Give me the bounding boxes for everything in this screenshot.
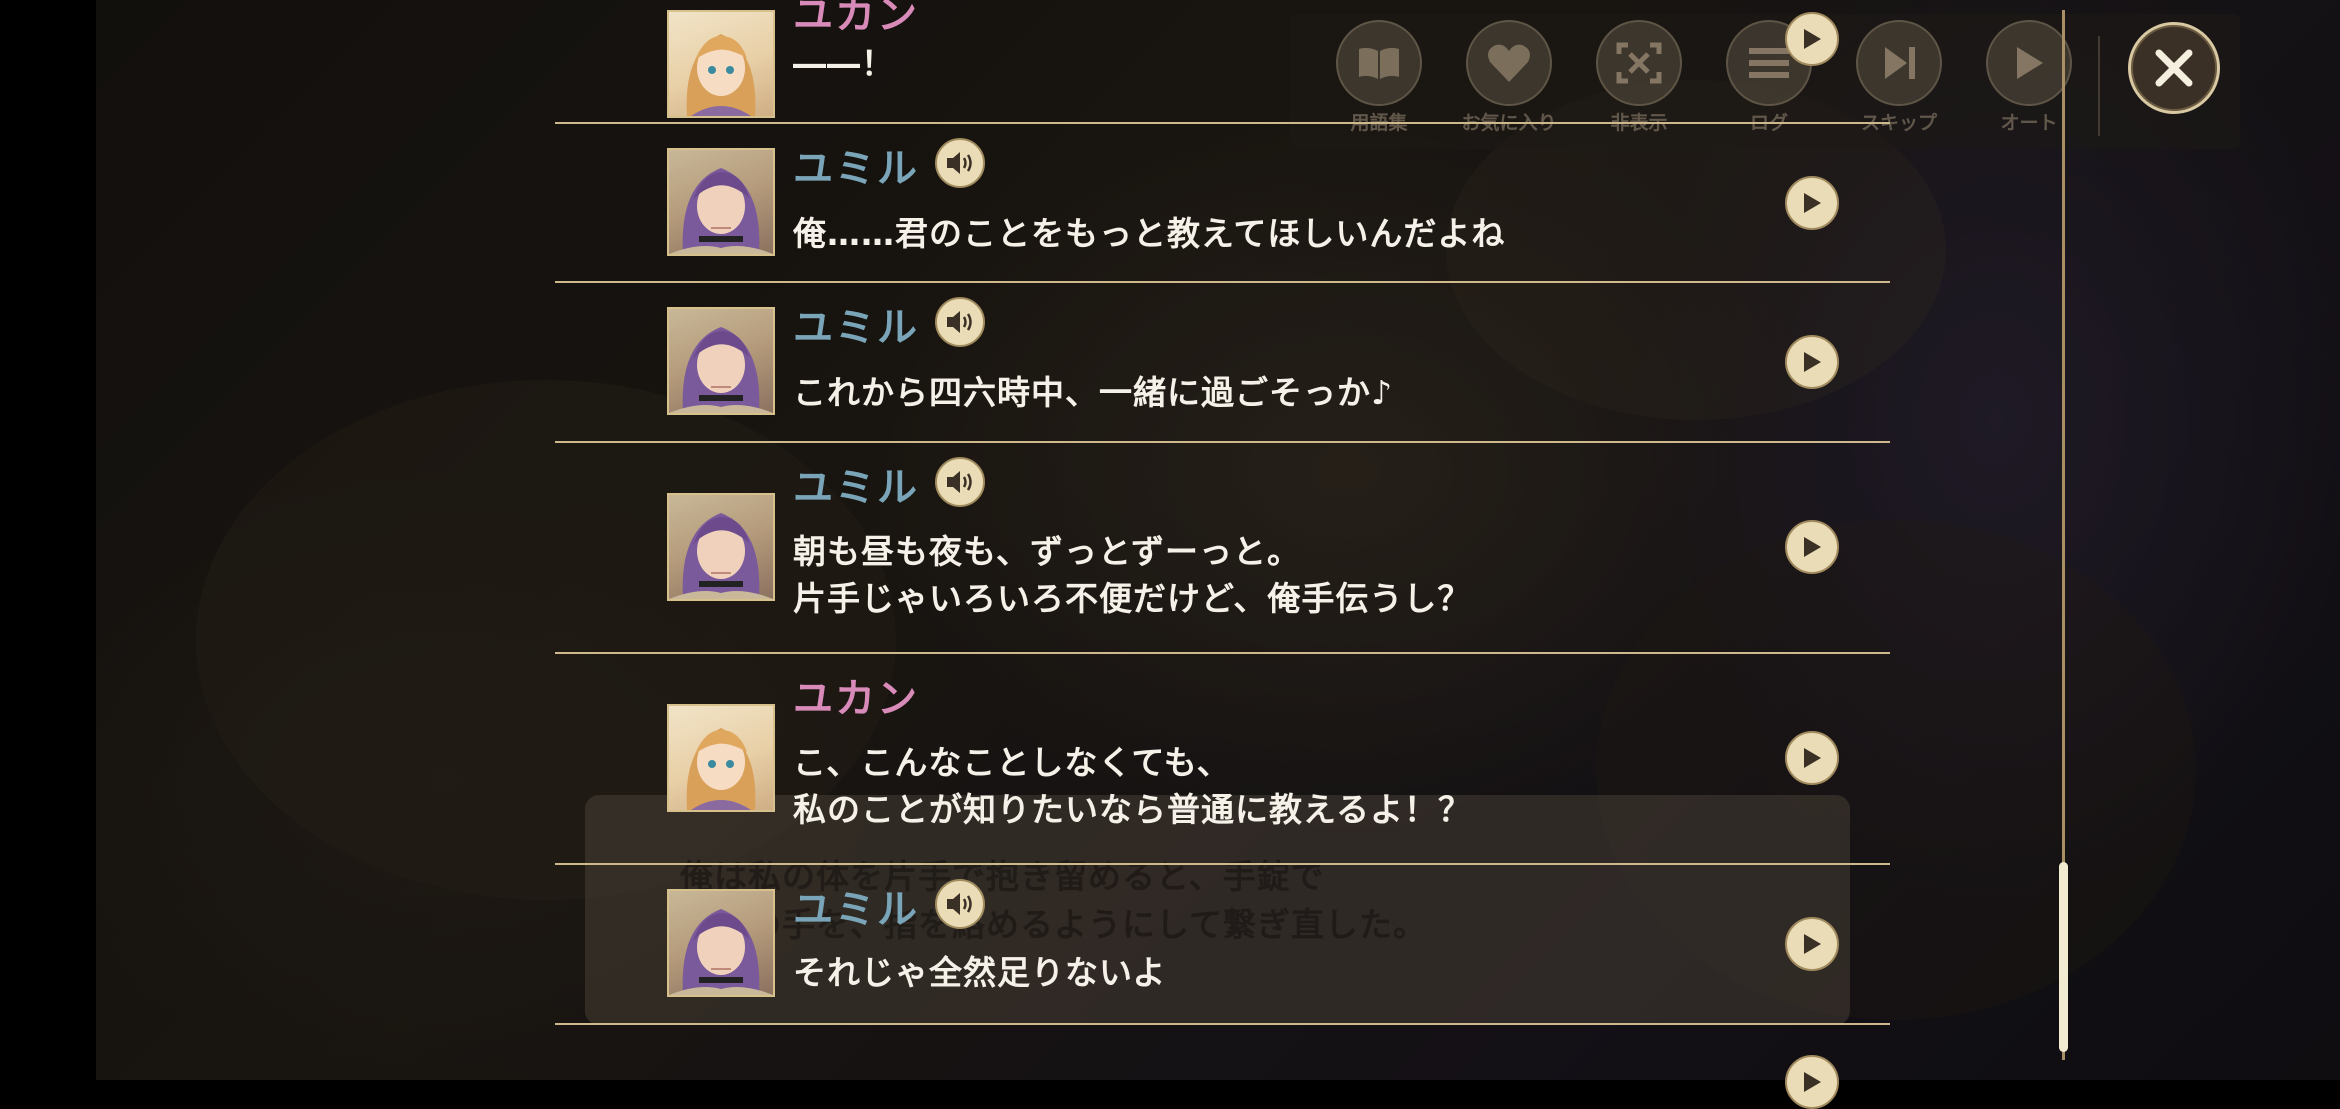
log-entry: ユミル 朝も昼も夜も、ずっとずーっと。 片手じゃいろいろ不便だけど、俺手伝うし？ — [555, 443, 1890, 652]
dialogue-text: これから四六時中、一緒に過ごそっか♪ — [793, 373, 1394, 412]
speaker-icon — [947, 152, 972, 174]
dialogue-text: こ、こんなことしなくても、 私のことが知りたいなら普通に教えるよ！？ — [793, 743, 1473, 829]
replay-button[interactable] — [1785, 917, 1839, 971]
speaker-icon — [947, 471, 972, 493]
speaker-name: ユカン — [793, 0, 919, 38]
avatar-yumil — [667, 148, 775, 256]
voice-button[interactable] — [935, 297, 985, 347]
auto-label: オート — [2000, 112, 2058, 134]
speaker-name: ユミル — [793, 305, 919, 351]
log-entry: ユカン ――！ — [555, 0, 1890, 122]
avatar-yukan — [667, 10, 775, 118]
dialogue-text: 俺……君のことをもっと教えてほしいんだよね — [793, 214, 1506, 253]
avatar-yumil — [667, 889, 775, 997]
log-entry: ユミル それじゃ全然足りないよ — [555, 865, 1890, 1023]
speaker-name: ユミル — [793, 465, 919, 511]
avatar-yumil — [667, 307, 775, 415]
voice-button[interactable] — [935, 457, 985, 507]
speaker-name: ユミル — [793, 146, 919, 192]
speaker-icon — [947, 311, 972, 333]
avatar-yukan — [667, 704, 775, 812]
play-icon — [1804, 748, 1821, 768]
close-log-button[interactable] — [2128, 22, 2220, 114]
replay-button[interactable] — [1785, 12, 1839, 66]
dialogue-text: ――！ — [793, 44, 895, 83]
dialogue-text: それじゃ全然足りないよ — [793, 953, 1167, 992]
separator — [555, 1023, 1890, 1025]
speaker-name: ユカン — [793, 676, 919, 722]
log-entry: ユミル 俺……君のことをもっと教えてほしいんだよね — [555, 124, 1890, 282]
replay-button[interactable] — [1785, 335, 1839, 389]
replay-button[interactable] — [1785, 176, 1839, 230]
auto-button[interactable]: オート — [1974, 20, 2084, 135]
dialogue-text: 朝も昼も夜も、ずっとずーっと。 片手じゃいろいろ不便だけど、俺手伝うし？ — [793, 532, 1472, 618]
speaker-name: ユミル — [793, 887, 919, 933]
voice-button[interactable] — [935, 138, 985, 188]
play-icon — [1804, 193, 1821, 213]
replay-button[interactable] — [1785, 520, 1839, 574]
scrollbar-thumb[interactable] — [2059, 862, 2068, 1052]
replay-button[interactable] — [1785, 1055, 1839, 1109]
play-icon — [1804, 1072, 1821, 1092]
avatar-yumil — [667, 493, 775, 601]
replay-button[interactable] — [1785, 731, 1839, 785]
play-icon — [1804, 934, 1821, 954]
voice-button[interactable] — [935, 879, 985, 929]
toolbar-divider — [2098, 36, 2100, 136]
log-entry: ユカン こ、こんなことしなくても、 私のことが知りたいなら普通に教えるよ！？ — [555, 654, 1890, 863]
auto-play-icon — [1986, 20, 2072, 106]
backlog-list[interactable]: ユカン ――！ ユミル 俺……君のことをもっと教えてほしいんだよね ユミル これ… — [555, 0, 1890, 1109]
speaker-icon — [947, 893, 972, 915]
play-icon — [1804, 352, 1821, 372]
play-icon — [1804, 29, 1821, 49]
play-icon — [1804, 537, 1821, 557]
close-icon — [2155, 49, 2193, 87]
log-entry: ユミル これから四六時中、一緒に過ごそっか♪ — [555, 283, 1890, 441]
